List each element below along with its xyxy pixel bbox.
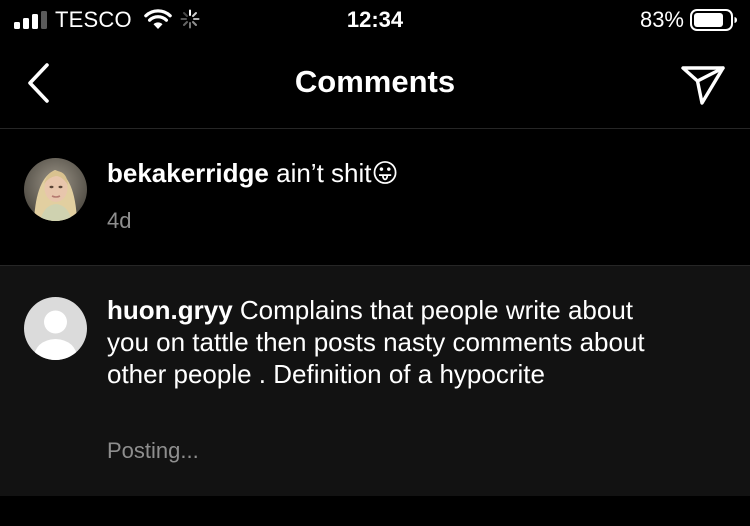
comment-username[interactable]: huon.gryy bbox=[107, 295, 233, 325]
comment-text: huon.gryy Complains that people write ab… bbox=[107, 294, 667, 390]
battery-percentage: 83% bbox=[639, 7, 684, 32]
caption-row: bekakerridge ain’t shit😛 4d bbox=[0, 129, 750, 266]
nav-header: Comments bbox=[0, 40, 750, 129]
caption-text: bekakerridge ain’t shit😛 bbox=[107, 157, 667, 189]
user-photo-avatar bbox=[24, 158, 87, 221]
status-time: 12:34 bbox=[346, 7, 404, 32]
status-bar: TESCO 12:34 83% bbox=[0, 0, 750, 40]
battery-icon bbox=[690, 9, 737, 31]
paper-plane-icon bbox=[681, 66, 725, 105]
default-avatar-icon bbox=[24, 297, 87, 360]
posting-status: Posting... bbox=[107, 438, 199, 463]
caption-username[interactable]: bekakerridge bbox=[107, 158, 269, 188]
comment-row: huon.gryy Complains that people write ab… bbox=[0, 266, 750, 496]
avatar[interactable] bbox=[24, 158, 87, 221]
share-button[interactable] bbox=[678, 60, 728, 110]
caption-timestamp: 4d bbox=[107, 208, 132, 233]
page-title: Comments bbox=[294, 64, 456, 99]
avatar[interactable] bbox=[24, 297, 87, 360]
caption-body: ain’t shit😛 bbox=[276, 158, 399, 188]
